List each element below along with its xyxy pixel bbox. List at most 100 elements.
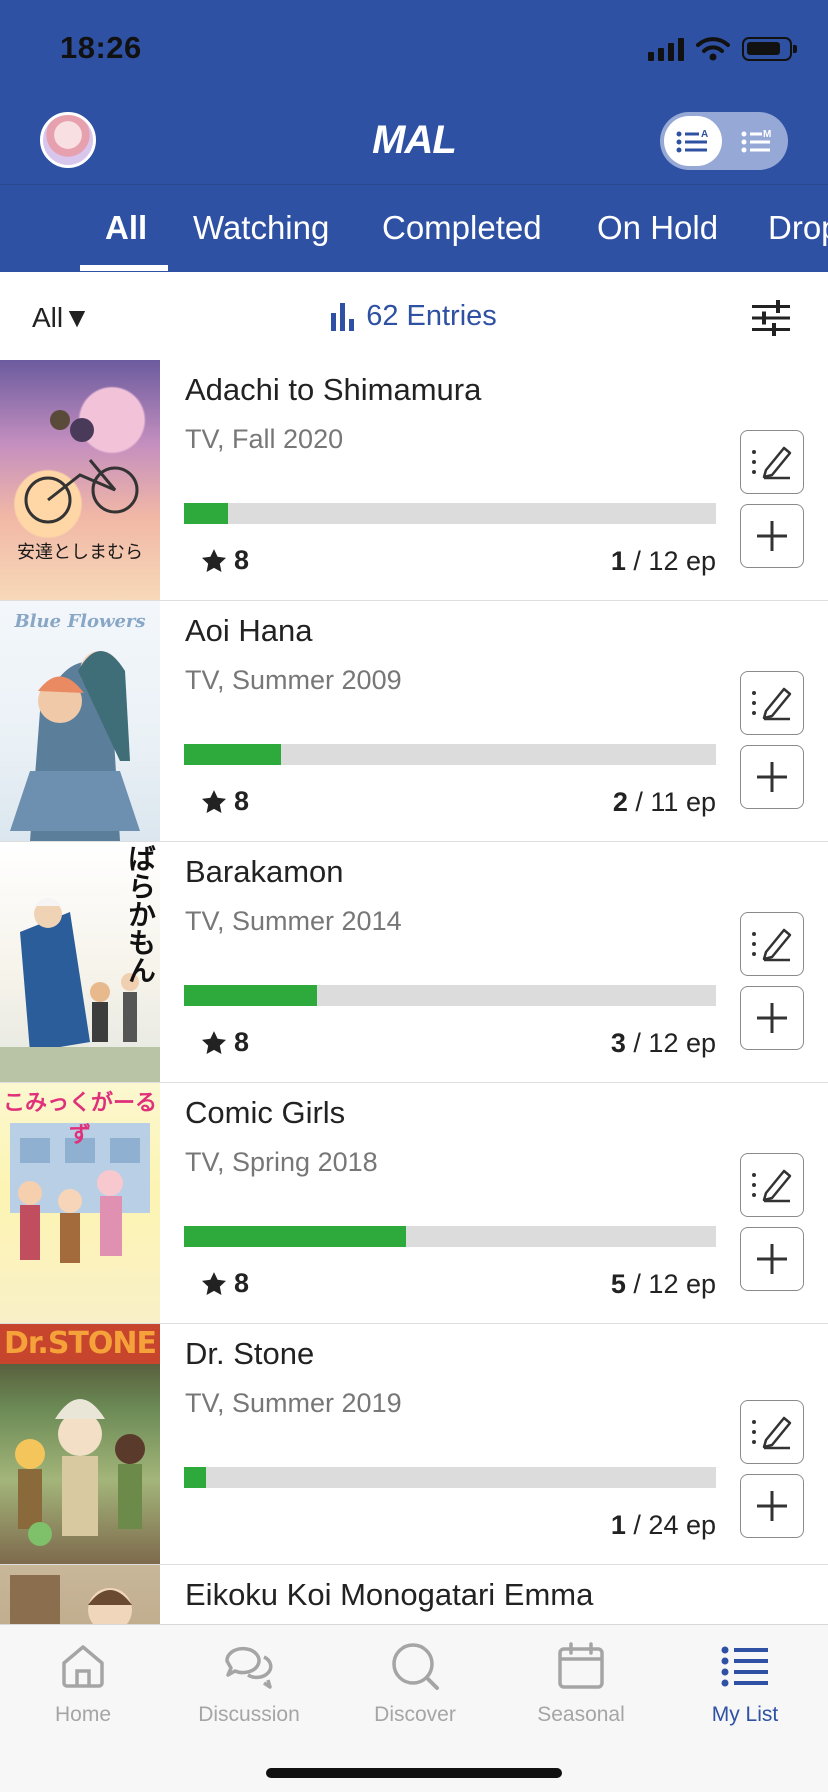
app-bar: MAL A M (0, 100, 828, 184)
sort-filter-icon[interactable] (752, 300, 790, 336)
cover-title: 安達としまむら (17, 542, 143, 563)
cover-image: ばらかもん (0, 842, 160, 1082)
status-icons (648, 34, 797, 64)
list-icon (721, 1646, 768, 1687)
svg-text:M: M (763, 129, 771, 140)
episodes-total: / 12 ep (633, 1269, 716, 1299)
cover-image (0, 1565, 160, 1624)
nav-seasonal-label: Seasonal (537, 1703, 625, 1726)
entries-count[interactable]: 62 Entries (0, 300, 828, 339)
episode-count: 2 / 11 ep (613, 787, 716, 818)
tab-completed[interactable]: Completed (382, 209, 542, 247)
plus-icon (757, 1491, 787, 1521)
battery-icon (742, 37, 797, 61)
edit-list-icon (752, 1169, 792, 1203)
edit-list-icon (752, 446, 792, 480)
alphabetical-list-icon[interactable]: A (664, 116, 722, 166)
status-time: 18:26 (60, 30, 142, 65)
list-item[interactable]: Dr.STONE Dr. Stone TV, Summer 2019 1 / 2… (0, 1324, 828, 1565)
progress-fill (184, 1226, 406, 1247)
anime-meta: TV, Spring 2018 (185, 1147, 378, 1177)
score-value: 8 (234, 1027, 250, 1057)
wifi-icon (696, 37, 730, 61)
plus-icon (757, 1244, 787, 1274)
nav-seasonal[interactable]: Seasonal (498, 1637, 664, 1727)
search-icon (392, 1643, 439, 1690)
nav-home[interactable]: Home (0, 1637, 166, 1727)
anime-title[interactable]: Dr. Stone (185, 1336, 314, 1372)
cover-image: こみっくがーるず (0, 1083, 160, 1323)
list-item[interactable]: Eikoku Koi Monogatari Emma (0, 1565, 828, 1624)
nav-discover[interactable]: Discover (332, 1637, 498, 1727)
nav-my-list[interactable]: My List (662, 1637, 828, 1727)
anime-meta: TV, Summer 2014 (185, 906, 402, 936)
tab-watching[interactable]: Watching (193, 209, 329, 247)
cellular-signal-icon (648, 37, 684, 61)
edit-list-icon (752, 928, 792, 962)
header: 18:26 MAL A M All Watching Completed On … (0, 0, 828, 272)
episode-count: 1 / 12 ep (611, 546, 716, 577)
progress-fill (184, 503, 229, 524)
edit-entry-button[interactable] (740, 671, 804, 735)
active-tab-indicator (80, 265, 168, 271)
svg-text:A: A (701, 129, 708, 140)
filter-bar: All▼ 62 Entries (0, 272, 828, 360)
calendar-icon (558, 1642, 604, 1689)
home-indicator (266, 1768, 562, 1778)
chat-bubbles-icon (225, 1646, 273, 1689)
edit-entry-button[interactable] (740, 912, 804, 976)
edit-entry-button[interactable] (740, 430, 804, 494)
home-icon (62, 1645, 104, 1688)
edit-entry-button[interactable] (740, 1400, 804, 1464)
episodes-watched: 1 (610, 1510, 626, 1540)
progress-bar (184, 744, 716, 765)
cover-image: Dr.STONE (0, 1324, 160, 1564)
episodes-total: / 12 ep (633, 546, 716, 576)
episodes-total: / 11 ep (635, 787, 716, 817)
list-item[interactable]: こみっくがーるず Comic Girls TV, Spring 2018 8 5… (0, 1083, 828, 1324)
anime-list: 安達としまむら Adachi to Shimamura TV, Fall 202… (0, 360, 828, 1624)
tab-on-hold[interactable]: On Hold (597, 209, 718, 247)
progress-bar (184, 985, 716, 1006)
list-item[interactable]: 安達としまむら Adachi to Shimamura TV, Fall 202… (0, 360, 828, 601)
score-value: 8 (234, 545, 250, 575)
anime-title[interactable]: Comic Girls (185, 1095, 345, 1131)
anime-meta: TV, Summer 2019 (185, 1388, 402, 1418)
score: 8 (200, 1027, 249, 1058)
edit-list-icon (752, 687, 792, 721)
episodes-watched: 5 (610, 1269, 626, 1299)
increment-episode-button[interactable] (740, 745, 804, 809)
score-value: 8 (234, 786, 250, 816)
list-item[interactable]: ばらかもん Barakamon TV, Summer 2014 8 3 / 12… (0, 842, 828, 1083)
increment-episode-button[interactable] (740, 504, 804, 568)
nav-discussion[interactable]: Discussion (166, 1637, 332, 1727)
episodes-total: / 12 ep (633, 1028, 716, 1058)
score-value: 8 (234, 1268, 250, 1298)
status-tabs: All Watching Completed On Hold Drop (0, 184, 828, 272)
cover-title: こみっくがーるず (2, 1091, 157, 1148)
progress-fill (184, 985, 317, 1006)
anime-title[interactable]: Barakamon (185, 854, 344, 890)
tab-all[interactable]: All (105, 209, 147, 247)
edit-entry-button[interactable] (740, 1153, 804, 1217)
episodes-watched: 1 (610, 546, 626, 576)
star-icon (201, 1271, 227, 1295)
cover-title: Dr.STONE (4, 1326, 157, 1361)
list-view-toggle[interactable]: A M (660, 112, 788, 170)
manga-list-icon[interactable]: M (740, 126, 774, 156)
list-item[interactable]: Blue Flowers Aoi Hana TV, Summer 2009 8 … (0, 601, 828, 842)
anime-meta: TV, Summer 2009 (185, 665, 402, 695)
increment-episode-button[interactable] (740, 1227, 804, 1291)
score: 8 (200, 786, 249, 817)
anime-title[interactable]: Adachi to Shimamura (185, 372, 481, 408)
anime-title[interactable]: Aoi Hana (185, 613, 313, 649)
increment-episode-button[interactable] (740, 1474, 804, 1538)
plus-icon (757, 762, 787, 792)
entries-label: 62 Entries (366, 300, 497, 332)
tab-dropped[interactable]: Drop (768, 209, 828, 247)
anime-meta: TV, Fall 2020 (185, 424, 344, 454)
score: 8 (200, 1268, 249, 1299)
anime-title[interactable]: Eikoku Koi Monogatari Emma (185, 1577, 593, 1613)
increment-episode-button[interactable] (740, 986, 804, 1050)
nav-my-list-label: My List (711, 1703, 779, 1726)
